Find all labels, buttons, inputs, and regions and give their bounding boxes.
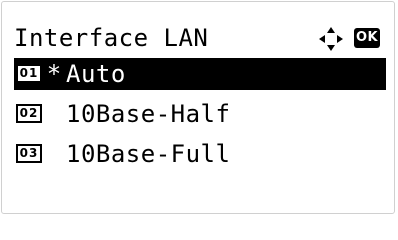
menu-item-label: 10Base-Full: [66, 140, 231, 168]
menu-item-10base-full[interactable]: 03 10Base-Full: [14, 138, 386, 170]
menu-item-label: 10Base-Half: [66, 100, 231, 128]
item-number-badge: 03: [16, 144, 42, 163]
menu-item-label: Auto: [66, 60, 126, 88]
menu-item-10base-half[interactable]: 02 10Base-Half: [14, 98, 386, 130]
lcd-screen: Interface LAN OK 01 * Auto 02 10Base-Hal…: [1, 1, 395, 214]
page-title: Interface LAN: [14, 24, 209, 52]
current-value-marker: *: [46, 60, 62, 88]
four-way-arrows-icon: [319, 27, 343, 51]
item-number-badge: 01: [16, 64, 42, 83]
menu-item-auto[interactable]: 01 * Auto: [14, 58, 386, 90]
screen-header: Interface LAN OK: [14, 22, 386, 54]
item-number-badge: 02: [16, 104, 42, 123]
ok-badge-icon: OK: [354, 28, 380, 48]
menu-list: 01 * Auto 02 10Base-Half 03 10Base-Full: [14, 58, 386, 178]
